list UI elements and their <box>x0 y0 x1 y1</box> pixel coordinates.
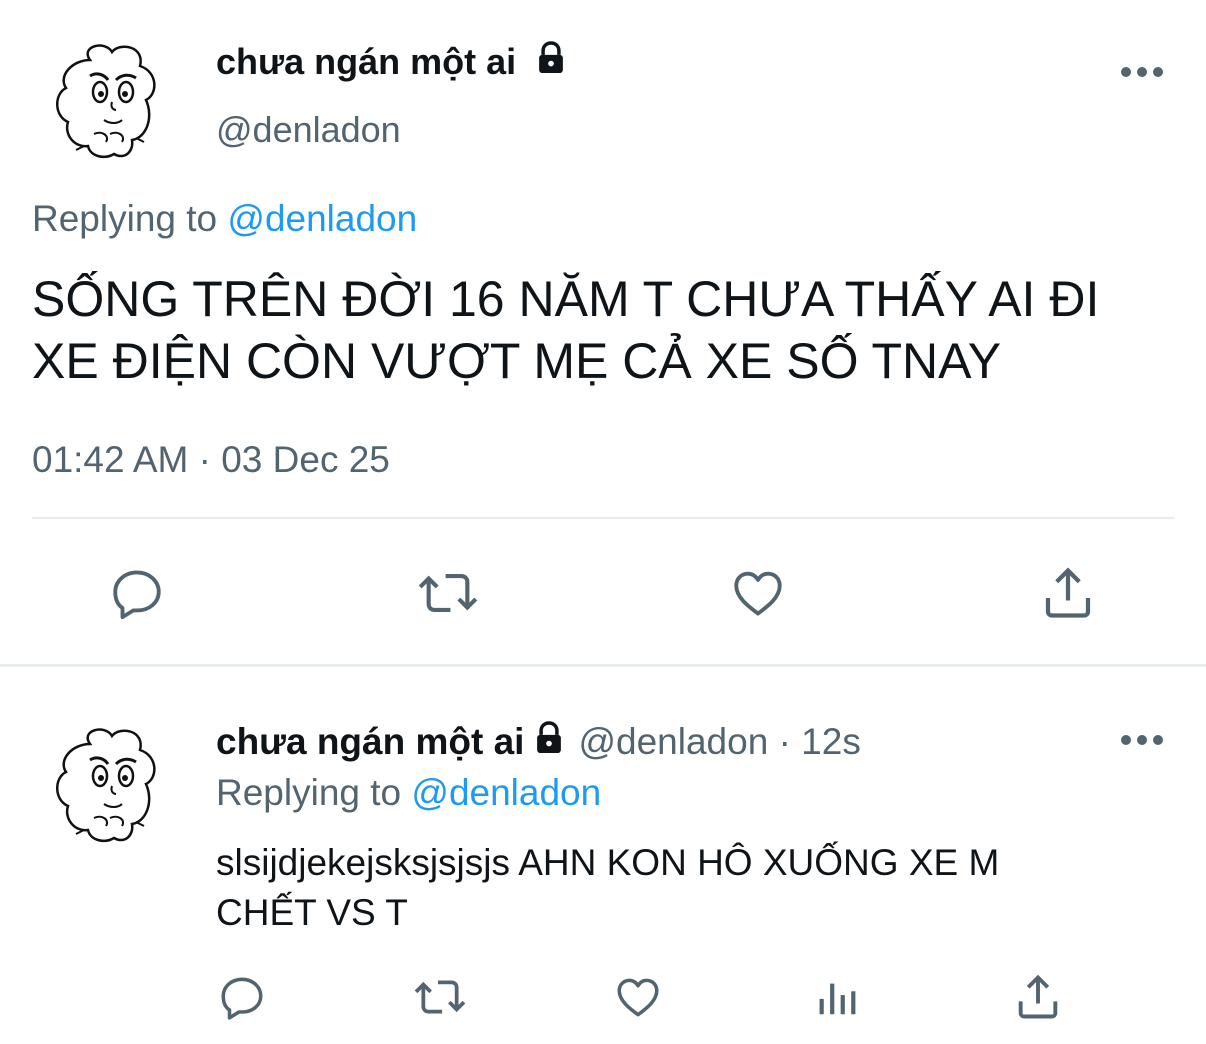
share-icon <box>1018 974 1058 1019</box>
tweet-text: SỐNG TRÊN ĐỜI 16 NĂM T CHƯA THẤY AI ĐI X… <box>32 268 1099 392</box>
section-separator <box>0 664 1206 667</box>
replying-prefix: Replying to <box>216 772 402 813</box>
lock-icon <box>530 719 568 769</box>
more-options-icon[interactable] <box>1120 732 1164 753</box>
display-name[interactable]: chưa ngán một ai <box>216 721 524 762</box>
like-button[interactable] <box>726 562 790 624</box>
avatar[interactable] <box>50 38 160 163</box>
time-ago[interactable]: 12s <box>801 721 861 762</box>
replying-handle-link[interactable]: @denladon <box>411 772 601 813</box>
share-button[interactable] <box>1010 970 1066 1024</box>
more-options-icon[interactable] <box>1120 64 1164 85</box>
avatar-drawing <box>56 728 156 842</box>
like-icon <box>617 978 659 1017</box>
like-icon <box>734 571 782 616</box>
separator-dot: · <box>778 721 791 762</box>
replying-prefix: Replying to <box>32 198 218 239</box>
timestamp[interactable]: 01:42 AM · 03 Dec 25 <box>32 437 390 483</box>
retweet-button[interactable] <box>410 970 470 1024</box>
replying-handle-link[interactable]: @denladon <box>227 198 417 239</box>
divider <box>32 517 1174 519</box>
retweet-button[interactable] <box>413 562 483 624</box>
reply-header: chưa ngán một ai @denladon · 12s <box>216 718 861 769</box>
retweet-icon <box>418 574 478 612</box>
analytics-icon <box>819 983 856 1015</box>
reply-button[interactable] <box>214 970 270 1024</box>
handle[interactable]: @denladon <box>216 108 401 152</box>
retweet-icon <box>414 980 466 1014</box>
reply-icon <box>113 570 161 620</box>
replying-to: Replying to @denladon <box>32 196 417 242</box>
lock-icon <box>532 39 570 89</box>
like-button[interactable] <box>610 970 666 1024</box>
tweet-text-line: slsijdjekejsksjsjsjs AHN KON HÔ XUỐNG XE… <box>216 842 1000 883</box>
share-button[interactable] <box>1036 562 1100 624</box>
tweet-text-line: CHẾT VS T <box>216 892 408 933</box>
tweet-text-line: SỐNG TRÊN ĐỜI 16 NĂM T CHƯA THẤY AI ĐI <box>32 271 1100 327</box>
share-icon <box>1045 567 1091 618</box>
display-name[interactable]: chưa ngán một ai <box>216 41 516 82</box>
replying-to: Replying to @denladon <box>216 770 601 816</box>
avatar-drawing <box>56 44 156 158</box>
reply-icon <box>221 977 263 1020</box>
tweet-text-line: XE ĐIỆN CÒN VƯỢT MẸ CẢ XE SỐ TNAY <box>32 333 1002 389</box>
avatar[interactable] <box>50 722 160 847</box>
analytics-button[interactable] <box>812 970 862 1024</box>
handle[interactable]: @denladon <box>578 721 768 762</box>
tweet-text: slsijdjekejsksjsjsjs AHN KON HÔ XUỐNG XE… <box>216 838 999 938</box>
reply-button[interactable] <box>104 562 170 624</box>
